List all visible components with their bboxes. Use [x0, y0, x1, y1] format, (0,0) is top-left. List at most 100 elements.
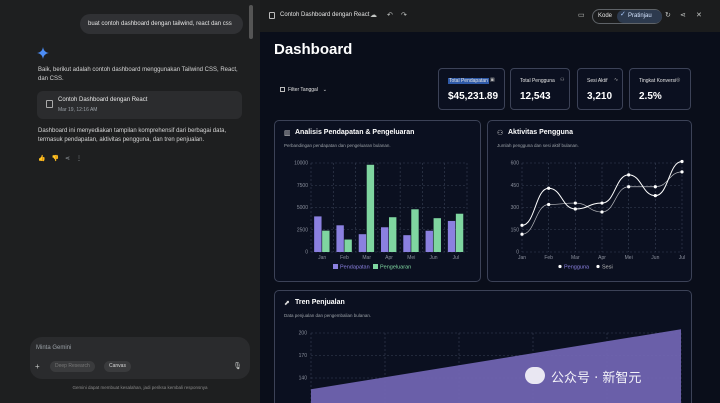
prompt-placeholder: Minta Gemini	[36, 345, 72, 351]
stat-label: Total Pendapatan	[448, 78, 489, 84]
x-tick-label: Mei	[407, 255, 415, 261]
share-icon[interactable]: ⋖	[65, 155, 70, 162]
chat-scrollbar[interactable]	[249, 5, 253, 39]
data-point-pengguna	[627, 173, 631, 177]
data-point-sesi	[600, 210, 604, 214]
x-tick-label: Apr	[385, 255, 393, 261]
y-tick-label: 7500	[297, 183, 308, 189]
canvas-button[interactable]: Canvas	[104, 361, 131, 372]
y-tick-label: 150	[511, 227, 520, 233]
y-tick-label: 0	[305, 250, 308, 256]
filter-label: Filter Tanggal	[288, 87, 318, 93]
revenue-chart: 0 2500 5000 7500 10000 Jan Feb Mar Apr Mei Jun Jul P…	[294, 161, 468, 271]
data-point-pengguna	[520, 223, 524, 227]
disclaimer: Gemini dapat membuat kesalahan, jadi per…	[72, 385, 208, 390]
undo-icon[interactable]: ↶	[387, 11, 393, 19]
y-tick-label: 5000	[297, 205, 308, 211]
x-tick-label: Mei	[625, 255, 633, 261]
watermark-text: 公众号 · 新智元	[551, 371, 642, 386]
feedback-row: 👍 👎 ⋖ ⋮	[38, 155, 82, 162]
x-tick-label: Jul	[453, 255, 459, 261]
chevron-down-icon: ⌄	[322, 87, 327, 93]
data-point-pengguna	[600, 201, 604, 205]
y-tick-label: 450	[511, 183, 520, 189]
refresh-icon[interactable]: ↻	[665, 11, 671, 19]
users-panel: ⚇ Aktivitas Pengguna Jumlah pengguna dan…	[487, 120, 692, 282]
bar-pendapatan	[403, 235, 411, 252]
legend-marker	[596, 264, 600, 269]
stat-value: $45,231.89	[448, 91, 499, 102]
legend-marker	[558, 264, 562, 269]
window-icon[interactable]: ▭	[578, 11, 585, 19]
x-tick-label: Mar	[571, 255, 580, 261]
legend-label: Pengeluaran	[380, 265, 411, 271]
stat-value: 2.5%	[639, 91, 662, 102]
close-icon[interactable]: ✕	[696, 11, 702, 19]
prompt-input[interactable]: Minta Gemini + Deep Research Canvas 🎙	[30, 337, 250, 379]
data-point-sesi	[547, 202, 551, 207]
preview-title: Contoh Dashboard dengan React	[280, 12, 370, 18]
target-icon: ◎	[676, 77, 681, 83]
canvas-doc-card[interactable]: Contoh Dashboard dengan React Mar 19, 12…	[37, 91, 242, 119]
data-point-sesi	[627, 185, 631, 189]
preview-panel: Contoh Dashboard dengan React ☁ ↶ ↷ ▭ Ko…	[260, 0, 720, 403]
stat-value: 12,543	[520, 91, 551, 102]
bar-pendapatan	[336, 225, 344, 252]
thumbs-up-icon[interactable]: 👍	[38, 155, 45, 162]
tab-code[interactable]: Kode	[598, 13, 612, 19]
more-icon[interactable]: ⋮	[76, 155, 82, 162]
y-tick-label: 200	[299, 331, 308, 337]
calendar-icon	[280, 87, 285, 92]
users-icon: ⚇	[560, 77, 565, 83]
y-tick-label: 10000	[294, 161, 308, 167]
deep-research-button[interactable]: Deep Research	[50, 361, 95, 372]
mic-icon[interactable]: 🎙	[233, 362, 242, 370]
check-icon: ✓	[620, 11, 626, 18]
x-tick-label: Apr	[598, 255, 606, 261]
x-tick-label: Jan	[518, 255, 526, 261]
share-icon[interactable]: ⋖	[680, 11, 686, 19]
cloud-icon[interactable]: ☁	[370, 11, 377, 19]
data-point-pengguna	[547, 186, 551, 190]
y-tick-label: 600	[511, 161, 520, 167]
bar-pendapatan	[358, 234, 367, 252]
data-point-pengguna	[680, 159, 684, 164]
revenue-panel: ▥ Analisis Pendapatan & Pengeluaran Perb…	[274, 120, 481, 282]
date-filter-button[interactable]: Filter Tanggal ⌄	[275, 83, 333, 97]
x-tick-label: Jun	[430, 255, 438, 261]
bar-pengeluaran	[344, 239, 352, 252]
redo-icon[interactable]: ↷	[401, 11, 407, 19]
x-tick-label: Mar	[362, 255, 371, 261]
stat-label: Tingkat Konversi	[639, 78, 677, 84]
card-date: Mar 19, 12:16 AM	[58, 107, 98, 113]
x-tick-label: Feb	[544, 255, 553, 261]
bar-pengeluaran	[433, 218, 441, 252]
dashboard: Dashboard Filter Tanggal ⌄ Total Pendapa…	[260, 32, 720, 403]
user-message: buat contoh dashboard dengan tailwind, r…	[80, 14, 243, 34]
x-tick-label: Feb	[340, 255, 349, 261]
bar-pendapatan	[447, 220, 456, 252]
chat-panel: buat contoh dashboard dengan tailwind, r…	[0, 0, 258, 403]
y-tick-label: 170	[299, 353, 308, 359]
stat-card-revenue: Total Pendapatan ▣ $45,231.89	[438, 68, 505, 110]
stat-card-users: Total Pengguna ⚇ 12,543	[510, 68, 570, 110]
y-tick-label: 2500	[297, 227, 308, 233]
watermark: 公众号 · 新智元	[525, 363, 715, 389]
stat-value: 3,210	[587, 91, 613, 102]
thumbs-down-icon[interactable]: 👎	[51, 155, 58, 162]
stat-label: Sesi Aktif	[587, 78, 608, 84]
page-title: Dashboard	[274, 41, 353, 58]
stat-label: Total Pengguna	[520, 78, 555, 84]
add-icon[interactable]: +	[35, 362, 40, 371]
data-point-sesi	[520, 232, 524, 236]
data-point-pengguna	[653, 194, 657, 198]
legend-label: Sesi	[602, 265, 613, 271]
preview-toolbar: Contoh Dashboard dengan React ☁ ↶ ↷ ▭ Ko…	[260, 0, 720, 32]
data-point-pengguna	[573, 207, 577, 211]
y-tick-label: 300	[511, 205, 520, 211]
bar-pengeluaran	[411, 209, 419, 252]
code-preview-toggle[interactable]: Kode Pratinjau ✓	[592, 9, 662, 24]
dollar-icon: ▣	[490, 77, 495, 83]
bar-pendapatan	[314, 216, 322, 252]
stat-card-conversion: Tingkat Konversi ◎ 2.5%	[629, 68, 691, 110]
